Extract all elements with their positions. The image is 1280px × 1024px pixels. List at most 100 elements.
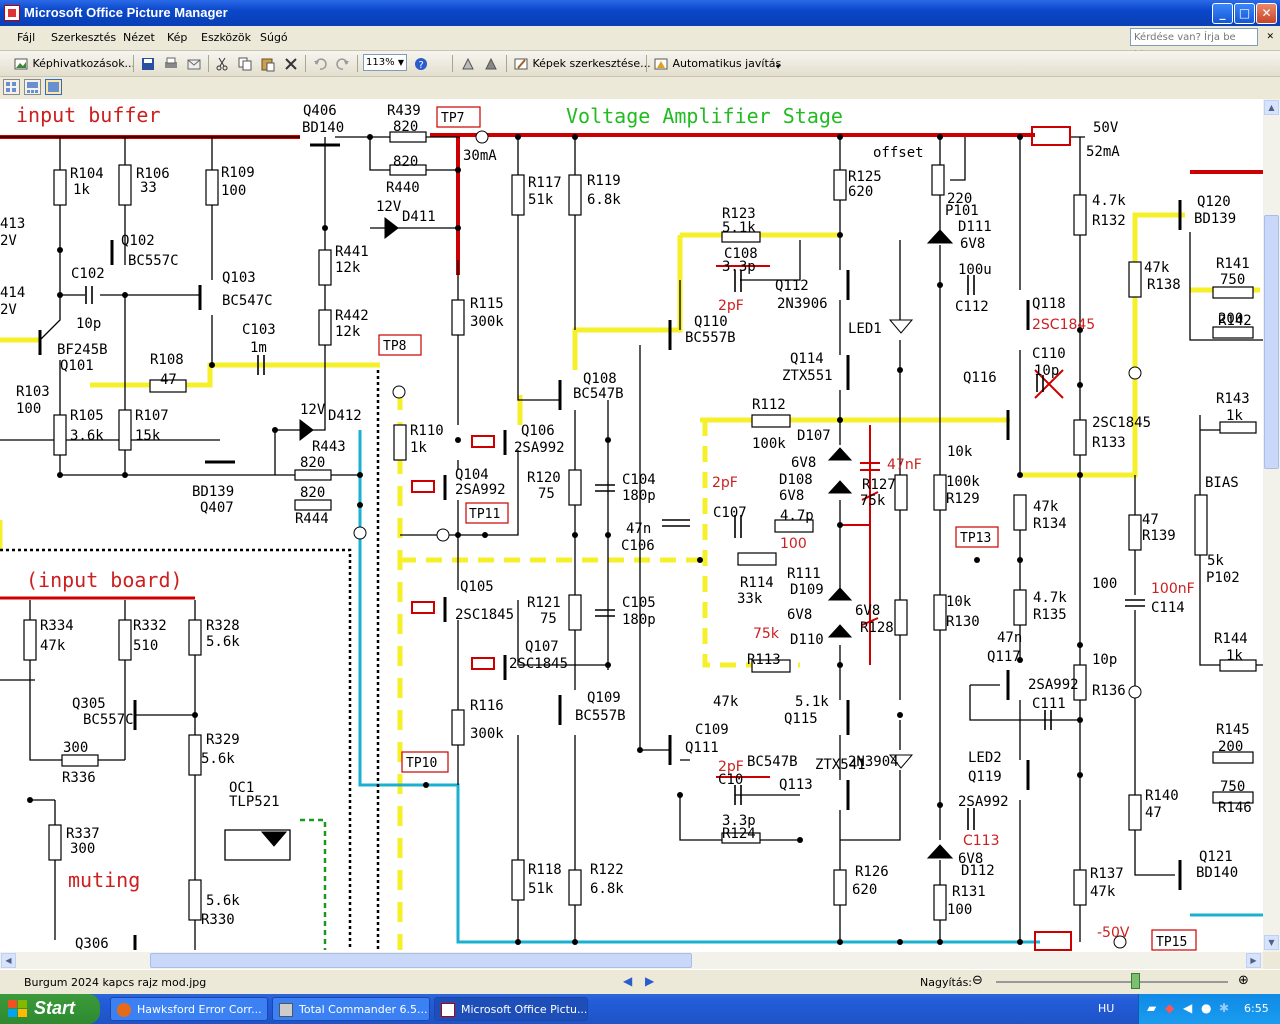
component-label: BC557C [128, 253, 179, 269]
picture-shortcuts-button[interactable]: Képhivatkozások... [13, 54, 135, 73]
menu-picture[interactable]: Kép [167, 31, 187, 44]
delete-button[interactable] [283, 54, 299, 73]
previous-picture-icon[interactable]: ◀ [623, 974, 632, 988]
redo-button[interactable] [335, 54, 351, 73]
component-label: 15k [135, 428, 161, 444]
minimize-button[interactable]: _ [1212, 3, 1233, 24]
undo-button[interactable] [312, 54, 328, 73]
network-icon[interactable]: ▰ [1147, 1001, 1156, 1015]
rotate-left-button[interactable] [460, 54, 476, 73]
zoom-dropdown[interactable]: 113% ▼ [363, 54, 407, 71]
auto-correct-button[interactable]: Automatikus javítás [653, 54, 781, 73]
zoom-out-icon[interactable]: ⊖ [972, 973, 983, 988]
scroll-right-icon[interactable]: ▶ [1246, 953, 1261, 968]
schematic-image: input buffer Voltage Amplifier Stage (inpu… [0, 103, 1263, 952]
horizontal-scrollbar[interactable]: ◀ ▶ [0, 952, 1263, 969]
component-label: 6V8 [855, 603, 880, 619]
help-search-box[interactable]: Kérdése van? Írja be ide. [1130, 28, 1258, 61]
component-label: BD140 [1196, 865, 1238, 881]
clock: 6:55 [1244, 1002, 1269, 1015]
scroll-up-icon[interactable]: ▲ [1264, 100, 1279, 115]
print-icon [165, 57, 177, 68]
component-label: 2V [0, 302, 17, 318]
paste-button[interactable] [260, 54, 276, 73]
component-label: D411 [402, 209, 436, 225]
vertical-scrollbar[interactable]: ▲ ▼ [1263, 99, 1280, 952]
component-label: R443 [312, 439, 346, 455]
toolbar-options-icon[interactable]: ▾ [776, 57, 780, 76]
email-button[interactable] [186, 54, 202, 73]
component-label: R119 [587, 173, 621, 189]
component-label: R131 [952, 884, 986, 900]
rotate-right-button[interactable] [483, 54, 499, 73]
zoom-slider-track[interactable] [996, 981, 1228, 983]
save-button[interactable] [140, 54, 156, 73]
horizontal-scroll-thumb[interactable] [150, 953, 692, 968]
copy-button[interactable] [237, 54, 253, 73]
component-label: 620 [848, 184, 873, 200]
component-label: 47k [40, 638, 66, 654]
antivirus-icon[interactable]: ● [1201, 1001, 1211, 1015]
thumbnail-view-button[interactable] [3, 79, 20, 95]
filmstrip-view-button[interactable] [24, 79, 41, 95]
scroll-down-icon[interactable]: ▼ [1264, 935, 1279, 950]
scroll-left-icon[interactable]: ◀ [1, 953, 16, 968]
component-label: C104 [622, 472, 656, 488]
component-label: 6V8 [791, 455, 816, 471]
volume-icon[interactable]: ◀ [1183, 1001, 1192, 1015]
menu-bar: Fájl Szerkesztés Nézet Kép Eszközök Súgó… [0, 26, 1280, 61]
component-label: R118 [528, 862, 562, 878]
next-picture-icon[interactable]: ▶ [645, 974, 654, 988]
component-label: 30mA [463, 148, 497, 164]
component-label: R332 [133, 618, 167, 634]
total-commander-icon [279, 1003, 293, 1017]
menu-file[interactable]: Fájl [17, 31, 35, 44]
menu-help[interactable]: Súgó [260, 31, 288, 44]
picture-canvas[interactable]: input buffer Voltage Amplifier Stage (inpu… [0, 99, 1263, 952]
bluetooth-icon[interactable]: ✱ [1219, 1001, 1229, 1015]
component-label: 5.1k [722, 220, 756, 236]
component-label: 2SA992 [455, 482, 506, 498]
taskbar-item-total-commander[interactable]: Total Commander 6.5... [272, 997, 430, 1021]
component-label: D109 [790, 582, 824, 598]
taskbar-item-picture-manager[interactable]: Microsoft Office Pictu... [434, 997, 588, 1021]
chevron-down-icon: ▼ [397, 58, 404, 67]
vertical-scroll-thumb[interactable] [1264, 215, 1279, 469]
single-picture-view-icon [48, 82, 59, 92]
cut-button[interactable] [214, 54, 230, 73]
component-label: 10k [947, 444, 973, 460]
zoom-in-icon[interactable]: ⊕ [1238, 973, 1249, 988]
heading-muting: muting [68, 868, 140, 892]
component-label: 620 [852, 882, 877, 898]
maximize-button[interactable]: □ [1234, 3, 1255, 24]
single-picture-view-button[interactable] [45, 79, 62, 95]
component-label: 6V8 [787, 607, 812, 623]
help-button[interactable]: ? [413, 54, 429, 73]
menu-tools[interactable]: Eszközök [201, 31, 251, 44]
menu-edit[interactable]: Szerkesztés [51, 31, 116, 44]
menu-view[interactable]: Nézet [123, 31, 155, 44]
start-button[interactable]: Start [0, 994, 100, 1024]
component-label: 47k [1144, 260, 1170, 276]
component-label: C111 [1032, 696, 1066, 712]
transistors [38, 143, 1182, 950]
zoom-slider-thumb[interactable] [1131, 973, 1141, 989]
component-label: BF245B [57, 342, 108, 358]
component-label: 100 [780, 536, 807, 552]
component-label: 47k [1033, 499, 1059, 515]
close-button[interactable]: ✕ [1256, 3, 1277, 24]
edit-pictures-button[interactable]: Képek szerkesztése... [513, 54, 651, 73]
taskbar-item-firefox[interactable]: Hawksford Error Corr... [110, 997, 268, 1021]
component-label: 2SA992 [514, 440, 565, 456]
component-label: C106 [621, 538, 655, 554]
language-indicator[interactable]: HU [1098, 1002, 1114, 1015]
component-label: Q106 [521, 423, 555, 439]
component-label: Q101 [60, 358, 94, 374]
component-label: BC547B [747, 754, 798, 770]
toolbar-separator [208, 55, 209, 72]
schematic-labels: input buffer Voltage Amplifier Stage (inpu… [0, 103, 1252, 952]
shield-icon[interactable]: ◆ [1165, 1001, 1174, 1015]
close-help-icon[interactable]: ✕ [1266, 32, 1274, 42]
component-label: R104 [70, 166, 104, 182]
print-button[interactable] [163, 54, 179, 73]
